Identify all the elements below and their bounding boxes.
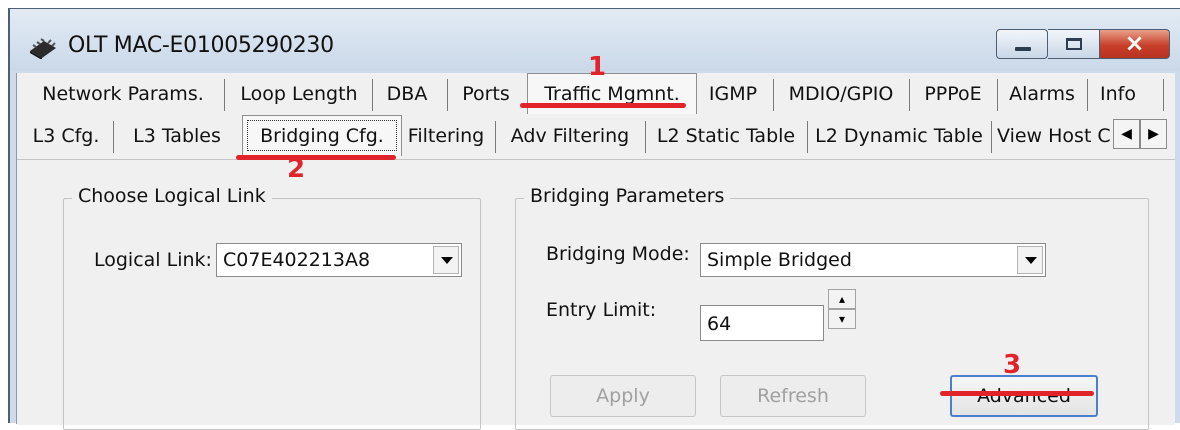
minimize-button[interactable] [996,29,1048,59]
refresh-button[interactable]: Refresh [720,375,866,417]
close-icon: × [1124,29,1145,57]
tab-scroll-arrows: ◀ ▶ [1113,119,1169,149]
spin-down-icon[interactable]: ▾ [828,309,856,329]
annotation-underline-advanced [940,391,1094,396]
tab-filtering[interactable]: Filtering [403,117,489,155]
tab-separator [224,79,225,111]
tab-view-host[interactable]: View Host C [997,117,1111,155]
chevron-down-icon[interactable] [433,246,459,274]
maximize-button[interactable] [1048,29,1100,59]
tab-separator [495,121,496,153]
annotation-number-1: 1 [588,52,607,82]
entry-limit-value: 64 [707,313,732,335]
chevron-down-icon[interactable] [1017,246,1043,274]
scroll-left-icon[interactable]: ◀ [1113,119,1140,149]
tab-dba[interactable]: DBA [377,75,437,113]
tab-adv-filtering[interactable]: Adv Filtering [501,117,639,155]
sub-tab-row: L3 Cfg. L3 Tables Bridging Cfg. Filterin… [17,115,1175,156]
tab-mdio-gpio[interactable]: MDIO/GPIO [779,75,903,113]
logical-link-legend: Choose Logical Link [72,185,272,207]
client-area: Network Params. Loop Length DBA Ports Tr… [16,73,1175,430]
logical-link-group: Choose Logical Link Logical Link: C07E40… [63,185,481,430]
tab-separator [1087,79,1088,111]
tab-l3-tables[interactable]: L3 Tables [117,117,237,155]
tab-separator [807,121,808,153]
tab-separator [113,121,114,153]
spin-up-icon[interactable]: ▴ [828,289,856,309]
tab-separator [372,79,373,111]
logical-link-select[interactable]: C07E402213A8 [216,243,462,277]
bridging-parameters-legend: Bridging Parameters [524,185,731,207]
bridging-mode-select[interactable]: Simple Bridged [700,243,1046,277]
tab-separator [1163,79,1164,111]
advanced-button[interactable]: Advanced [950,375,1098,417]
tab-separator [645,121,646,153]
tab-separator [991,121,992,153]
tab-pppoe[interactable]: PPPoE [913,75,993,113]
tab-alarms[interactable]: Alarms [1001,75,1083,113]
minimize-icon [1015,47,1031,51]
tab-bridging-cfg[interactable]: Bridging Cfg. [242,115,402,156]
tab-ports[interactable]: Ports [455,75,517,113]
tab-l3-cfg[interactable]: L3 Cfg. [21,117,111,155]
tab-l2-dynamic-table[interactable]: L2 Dynamic Table [813,117,985,155]
maximize-icon [1066,38,1082,50]
tab-separator [997,79,998,111]
tab-separator [773,79,774,111]
logical-link-label: Logical Link: [94,249,212,271]
bridging-mode-value: Simple Bridged [707,249,852,271]
bridging-mode-label: Bridging Mode: [546,243,690,265]
scroll-right-icon[interactable]: ▶ [1140,119,1167,149]
tab-igmp[interactable]: IGMP [701,75,765,113]
logical-link-value: C07E402213A8 [223,249,371,271]
annotation-number-3: 3 [1003,350,1022,380]
bridging-cfg-panel: Choose Logical Link Logical Link: C07E40… [17,159,1175,430]
tab-network-params[interactable]: Network Params. [25,75,221,113]
annotation-underline-bridging-cfg [236,155,396,160]
close-button[interactable]: × [1100,29,1170,59]
tab-loop-length[interactable]: Loop Length [229,75,369,113]
tab-l2-static-table[interactable]: L2 Static Table [651,117,801,155]
entry-limit-label: Entry Limit: [546,299,657,321]
annotation-underline-traffic-mgmnt [520,103,686,108]
chip-icon [30,38,56,59]
entry-limit-input[interactable]: 64 [700,305,824,341]
window-title: OLT MAC-E01005290230 [68,33,334,58]
tab-separator [447,79,448,111]
tab-info[interactable]: Info [1091,75,1145,113]
tab-separator [909,79,910,111]
apply-button[interactable]: Apply [550,375,696,417]
